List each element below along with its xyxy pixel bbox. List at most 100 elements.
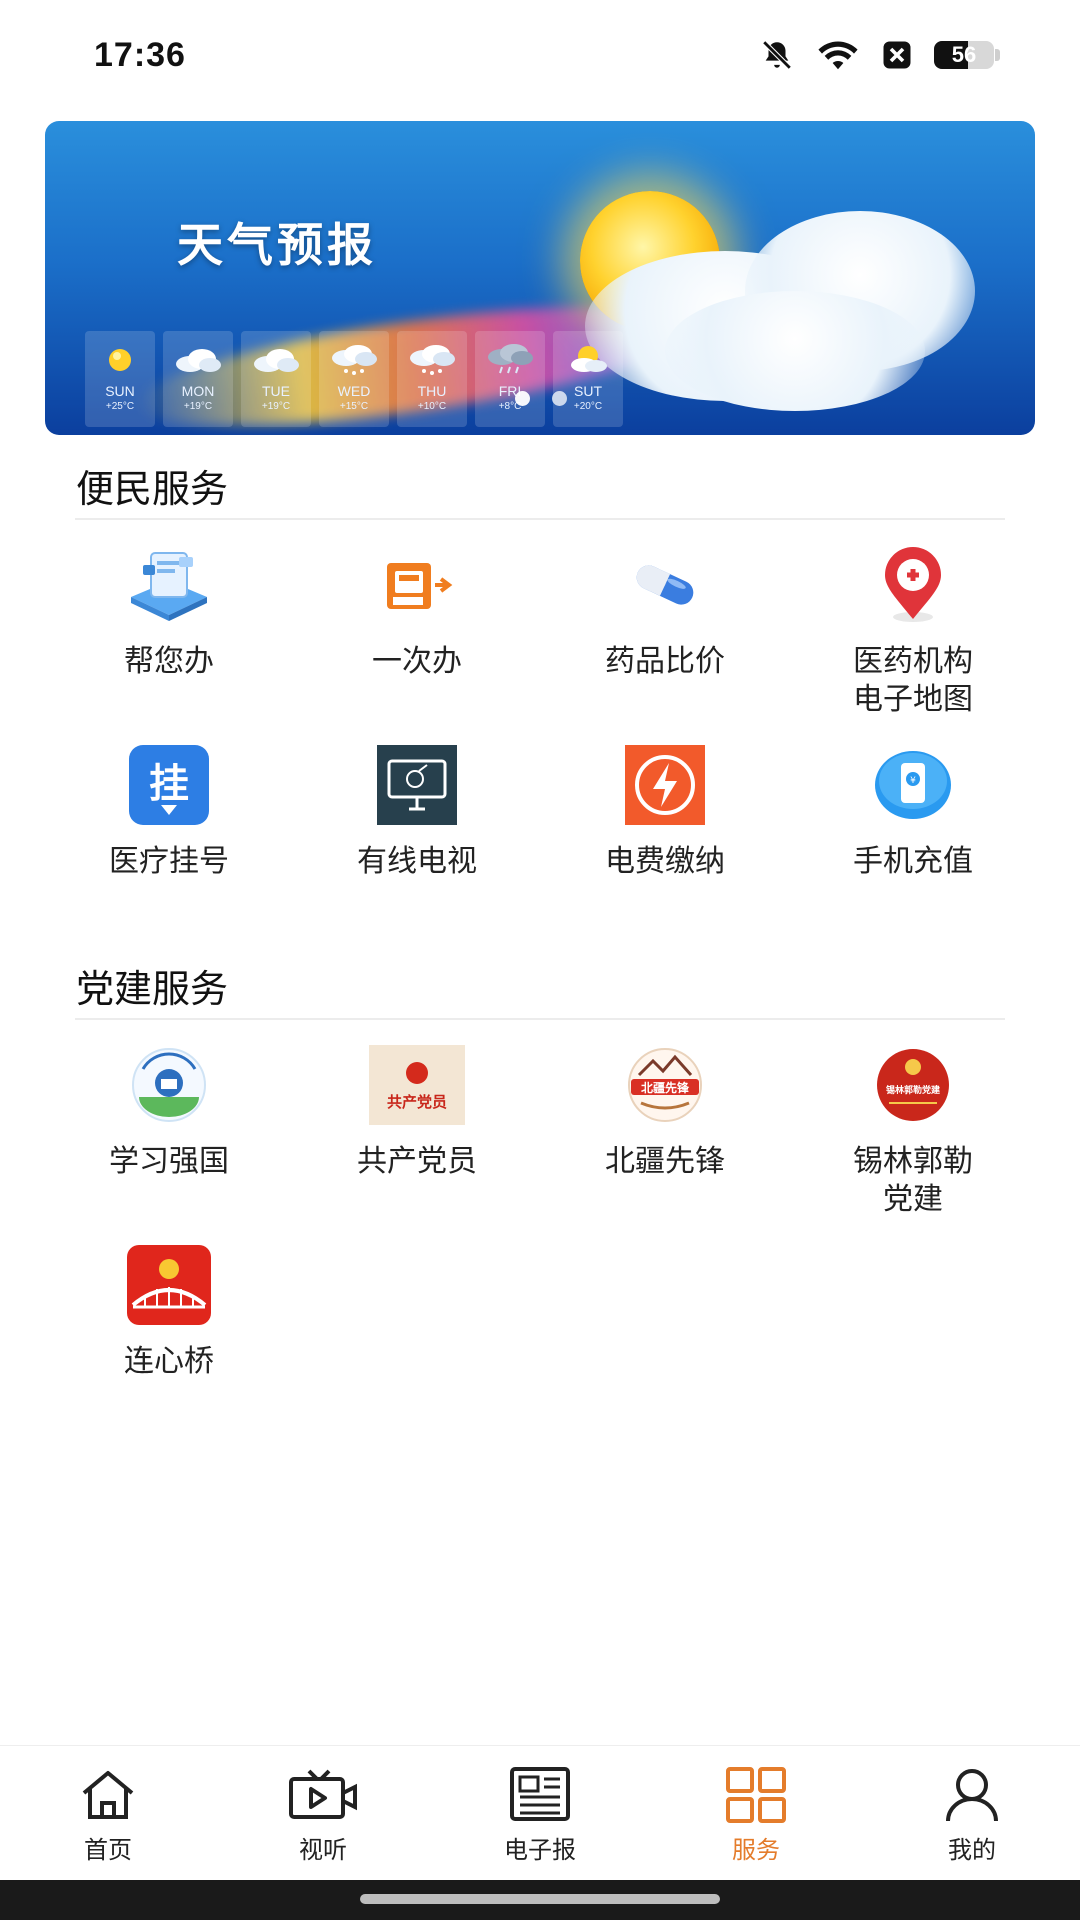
party-grid: 学习强国 共产党员 共产党员 北疆先锋 北疆先锋 锡林郭勒党建 锡林郭勒 党建 连心桥 [45,1045,1035,1405]
forecast-day-name: SUT [574,383,602,399]
newspaper-icon [506,1766,574,1824]
weather-banner[interactable]: 天气预报 SUN +25°C MON +19°C TUE +19°C WED +15°C THU… [45,121,1035,435]
svg-text:挂: 挂 [149,761,189,807]
service-item[interactable]: 挂医疗挂号 [45,745,293,881]
forecast-day-card: FRI +8°C [475,331,545,427]
one-stop-icon [369,545,465,625]
pager-dot[interactable] [552,391,567,406]
tab-label: 我的 [948,1836,996,1864]
battery-icon: 56 [934,39,1000,71]
forecast-day-name: SUN [105,383,135,399]
pager-dot[interactable] [515,391,530,406]
forecast-day-card: SUT +20°C [553,331,623,427]
xuexi-qiangguo-icon [121,1045,217,1125]
partly-sunny-icon [562,341,614,379]
wifi-icon [816,39,860,71]
service-item[interactable]: 共产党员 共产党员 [293,1045,541,1181]
service-item-label: 医药机构 电子地图 [853,644,973,717]
xilingol-badge-text: 锡林郭勒党建 [886,1084,941,1096]
electricity-bolt-icon [617,745,713,825]
forecast-day-name: MON [181,383,215,399]
grid-services-icon [724,1766,788,1824]
snow-cloud-icon [406,341,458,379]
lianxin-bridge-icon [121,1245,217,1325]
forecast-day-temp: +25°C [105,401,135,412]
forecast-day-card: SUN +25°C [85,331,155,427]
battery-percent: 56 [951,42,977,67]
rain-cloud-icon [484,341,536,379]
service-item-label: 手机充值 [853,844,973,879]
tab-user[interactable]: 我的 [902,1766,1042,1865]
party-member-badge-text: 共产党员 [387,1093,447,1111]
notification-x-icon [882,40,912,70]
service-item[interactable]: 有线电视 [293,745,541,881]
registration-icon: 挂 [121,745,217,825]
xilingol-party-icon: 锡林郭勒党建 [865,1045,961,1125]
forecast-day-temp: +20°C [573,401,603,412]
tab-label: 电子报 [504,1836,576,1864]
party-member-icon: 共产党员 [369,1045,465,1125]
bell-muted-icon [760,38,794,72]
status-icons: 56 [760,38,1000,72]
service-item-label: 连心桥 [124,1344,214,1379]
forecast-day-card: MON +19°C [163,331,233,427]
service-item[interactable]: ¥ 手机充值 [789,745,1037,881]
pill-icon [617,545,713,625]
help-service-icon [121,545,217,625]
tab-label: 服务 [732,1836,780,1864]
service-item[interactable]: 锡林郭勒党建 锡林郭勒 党建 [789,1045,1037,1219]
forecast-day-card: THU +10°C [397,331,467,427]
bottom-tab-bar: 首页 视听 电子报 服务 我的 [0,1745,1080,1880]
forecast-day-name: THU [417,383,447,399]
service-item-label: 电费缴纳 [605,844,725,879]
tab-label: 视听 [299,1836,347,1864]
cloudy-icon [172,341,224,379]
section-title-party: 党建服务 [76,967,229,1011]
service-item[interactable]: 帮您办 [45,545,293,681]
forecast-day-name: WED [337,383,371,399]
service-item[interactable]: 北疆先锋 北疆先锋 [541,1045,789,1181]
forecast-day-card: WED +15°C [319,331,389,427]
service-item[interactable]: 医药机构 电子地图 [789,545,1037,719]
svg-text:¥: ¥ [910,776,916,786]
user-icon [942,1766,1002,1824]
service-item-label: 医疗挂号 [109,844,229,879]
service-item-label: 药品比价 [605,644,725,679]
snow-cloud-icon [328,341,380,379]
section-divider [75,1018,1005,1020]
tab-home[interactable]: 首页 [38,1766,178,1865]
tab-grid-services[interactable]: 服务 [686,1766,826,1865]
convenience-grid: 帮您办 一次办 药品比价 医药机构 电子地图挂医疗挂号 有线电视 电费缴纳 ¥ 手机充值 [45,545,1035,905]
service-item[interactable]: 电费缴纳 [541,745,789,881]
service-item[interactable]: 学习强国 [45,1045,293,1181]
service-item[interactable]: 一次办 [293,545,541,681]
video-tv-icon [287,1766,359,1824]
forecast-day-temp: +10°C [417,401,447,412]
home-indicator[interactable] [360,1894,720,1904]
service-item-label: 共产党员 [357,1144,477,1179]
tab-label: 首页 [84,1836,132,1864]
service-item[interactable]: 药品比价 [541,545,789,681]
forecast-day-temp: +19°C [261,401,291,412]
forecast-day-card: TUE +19°C [241,331,311,427]
banner-title: 天气预报 [177,218,377,272]
beijiang-pioneer-icon: 北疆先锋 [617,1045,713,1125]
forecast-strip: SUN +25°C MON +19°C TUE +19°C WED +15°C THU +10°C… [85,331,623,427]
service-item-label: 学习强国 [109,1144,229,1179]
tab-newspaper[interactable]: 电子报 [470,1766,610,1865]
cloudy-icon [250,341,302,379]
medical-map-pin-icon [865,545,961,625]
forecast-day-temp: +15°C [339,401,369,412]
service-item[interactable]: 连心桥 [45,1245,293,1381]
service-item-label: 锡林郭勒 党建 [853,1144,973,1217]
service-item-label: 一次办 [372,644,462,679]
home-icon [76,1766,140,1824]
section-divider [75,518,1005,520]
beijiang-badge-text: 北疆先锋 [641,1080,690,1095]
cable-tv-icon [369,745,465,825]
service-item-label: 帮您办 [124,644,214,679]
service-item-label: 有线电视 [357,844,477,879]
phone-topup-icon: ¥ [865,745,961,825]
status-time: 17:36 [94,36,186,74]
tab-video-tv[interactable]: 视听 [253,1766,393,1865]
